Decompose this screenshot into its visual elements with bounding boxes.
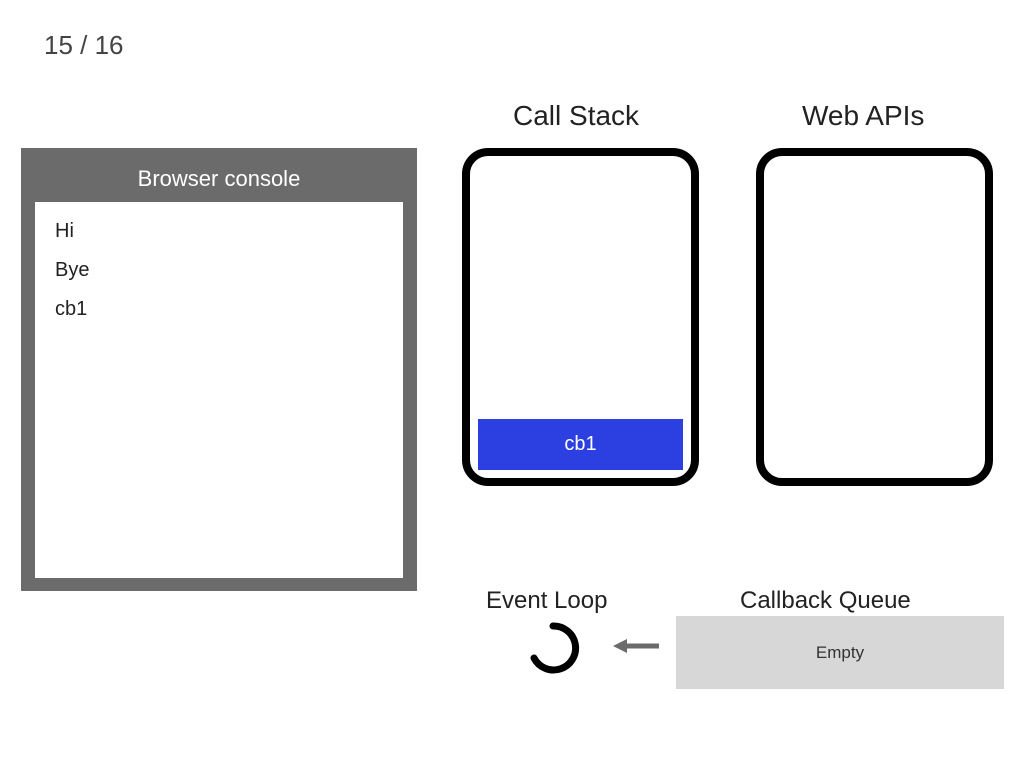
- callback-queue-content: Empty: [816, 643, 864, 663]
- browser-console-body: Hi Bye cb1: [35, 202, 403, 578]
- callback-queue-box: Empty: [676, 616, 1004, 689]
- console-line: Hi: [55, 220, 383, 243]
- callback-queue-heading: Callback Queue: [740, 587, 911, 615]
- web-apis-box: [756, 148, 993, 486]
- event-loop-heading: Event Loop: [486, 587, 607, 615]
- console-line: cb1: [55, 298, 383, 321]
- browser-console-title: Browser console: [21, 148, 417, 202]
- page-counter: 15 / 16: [44, 30, 124, 61]
- browser-console-panel: Browser console Hi Bye cb1: [21, 148, 417, 591]
- call-stack-heading: Call Stack: [513, 100, 639, 132]
- call-stack-box: cb1: [462, 148, 699, 486]
- loop-icon: [525, 620, 581, 676]
- arrow-left-icon: [613, 636, 659, 656]
- web-apis-heading: Web APIs: [802, 100, 924, 132]
- stack-frame: cb1: [478, 419, 683, 470]
- console-line: Bye: [55, 259, 383, 282]
